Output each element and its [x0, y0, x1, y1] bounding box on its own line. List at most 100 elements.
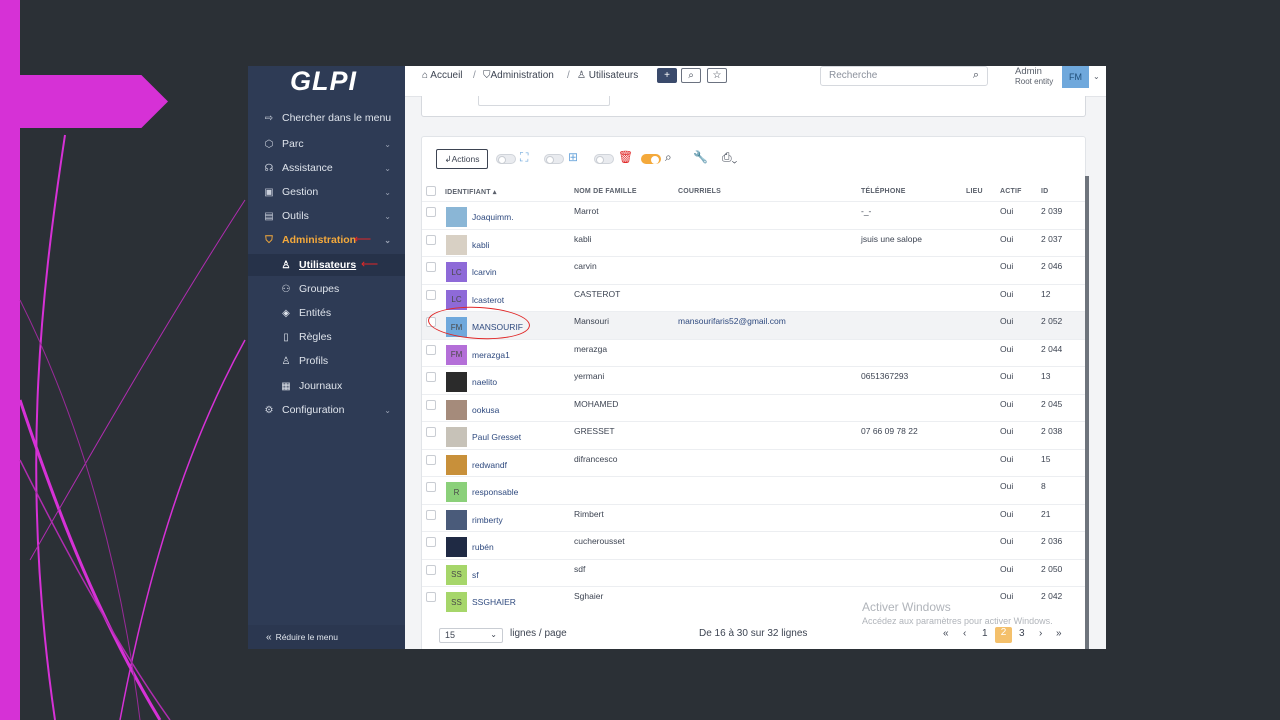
table-row[interactable]: LC lcasterot CASTEROT Oui 12	[422, 283, 1085, 312]
cell-telephone: -_-	[861, 206, 872, 216]
per-page-select[interactable]: 15 ⌄	[439, 628, 503, 643]
row-checkbox[interactable]	[426, 234, 436, 245]
user-login-link[interactable]: lcasterot	[472, 295, 504, 305]
search-icon[interactable]: ⌕	[665, 150, 672, 165]
sidebar-item-administration[interactable]: ⛉ Administration ⌄	[248, 229, 405, 251]
column-telephone[interactable]: TÉLÉPHONE	[861, 188, 906, 195]
table-row[interactable]: SS SSGHAIER Sghaier Oui 2 042	[422, 586, 1085, 614]
user-login-link[interactable]: lcarvin	[472, 267, 497, 277]
table-row[interactable]: SS sf sdf Oui 2 050	[422, 558, 1085, 587]
wrench-icon[interactable]: 🔧	[693, 150, 708, 164]
column-identifiant[interactable]: IDENTIFIANT ▴	[445, 188, 497, 196]
sidebar-sub-utilisateurs[interactable]: ♙ Utilisateurs	[248, 254, 405, 276]
user-login-link[interactable]: sf	[472, 570, 479, 580]
select-all-checkbox[interactable]	[426, 186, 436, 196]
user-login-link[interactable]: responsable	[472, 487, 518, 497]
page-1[interactable]: 1	[982, 628, 988, 639]
sidebar-item-configuration[interactable]: ⚙ Configuration ⌄	[248, 399, 405, 421]
sidebar-sub-groupes[interactable]: ⚇ Groupes	[248, 278, 405, 300]
search-toggle[interactable]	[641, 154, 661, 164]
user-login-link[interactable]: Joaquimm.	[472, 212, 514, 222]
table-row[interactable]: Joaquimm. Marrot -_- Oui 2 039	[422, 201, 1085, 229]
user-login-link[interactable]: SSGHAIER	[472, 597, 516, 607]
row-checkbox[interactable]	[426, 372, 436, 382]
row-checkbox[interactable]	[426, 427, 436, 437]
trash-toggle[interactable]	[594, 154, 614, 164]
column-nom[interactable]: NOM DE FAMILLE	[574, 188, 637, 195]
map-toggle[interactable]	[496, 154, 516, 164]
row-checkbox[interactable]	[426, 482, 436, 492]
tree-toggle[interactable]	[544, 154, 564, 164]
table-row[interactable]: ookusa MOHAMED Oui 2 045	[422, 393, 1085, 422]
row-checkbox[interactable]	[426, 344, 436, 355]
last-page-icon[interactable]: »	[1056, 628, 1062, 639]
user-login-link[interactable]: rimberty	[472, 515, 503, 525]
row-checkbox[interactable]	[426, 207, 436, 217]
user-avatar[interactable]: FM	[1062, 66, 1089, 88]
breadcrumb-administration[interactable]: ⛉Administration	[483, 70, 554, 81]
table-row[interactable]: redwandf difrancesco Oui 15	[422, 448, 1085, 477]
export-icon[interactable]: ⎙⌄	[722, 150, 737, 165]
column-lieu[interactable]: LIEU	[966, 188, 983, 195]
first-page-icon[interactable]: «	[943, 628, 949, 639]
windows-watermark-title: Activer Windows	[862, 600, 951, 614]
user-login-link[interactable]: kabli	[472, 240, 489, 250]
user-login-link[interactable]: merazga1	[472, 350, 510, 360]
table-row[interactable]: Paul Gresset GRESSET 07 66 09 78 22 Oui 2 03…	[422, 421, 1085, 449]
table-row[interactable]: LC lcarvin carvin Oui 2 046	[422, 256, 1085, 284]
row-checkbox[interactable]	[426, 454, 436, 465]
chevron-down-icon: ⌄	[384, 187, 391, 197]
chevron-down-icon[interactable]: ⌄	[1093, 72, 1100, 81]
bookmark-button[interactable]: ☆	[707, 68, 727, 83]
sidebar-sub-journaux[interactable]: ▦ Journaux	[248, 375, 405, 397]
row-checkbox[interactable]	[426, 537, 436, 547]
menu-search[interactable]: ⇨ Chercher dans le menu	[248, 107, 405, 129]
global-search-input[interactable]: Recherche ⌕	[820, 66, 988, 86]
sidebar-item-gestion[interactable]: ▣ Gestion ⌄	[248, 181, 405, 203]
cell-nom: Mansouri	[574, 316, 609, 326]
row-checkbox[interactable]	[426, 262, 436, 272]
shield-icon: ⛉	[483, 70, 491, 81]
scrollbar[interactable]	[1085, 176, 1089, 649]
column-courriels[interactable]: COURRIELS	[678, 188, 721, 195]
sidebar-sub-regles[interactable]: ▯ Règles	[248, 326, 405, 348]
table-row[interactable]: naelito yermani 0651367293 Oui 13	[422, 366, 1085, 394]
page-2-current[interactable]: 2	[995, 627, 1012, 643]
user-login-link[interactable]: redwandf	[472, 460, 507, 470]
row-checkbox[interactable]	[426, 399, 436, 410]
prev-page-icon[interactable]: ‹	[963, 628, 966, 639]
user-name[interactable]: Admin	[1015, 66, 1042, 77]
cell-courriel[interactable]: mansourifaris52@gmail.com	[678, 316, 786, 326]
search-button[interactable]: ⌕	[681, 68, 701, 83]
row-checkbox[interactable]	[426, 564, 436, 575]
table-row[interactable]: Rresponsable Oui 8	[422, 476, 1085, 504]
column-actif[interactable]: ACTIF	[1000, 188, 1022, 195]
row-checkbox[interactable]	[426, 289, 436, 300]
sidebar-sub-entites[interactable]: ◈ Entités	[248, 302, 405, 324]
table-row[interactable]: rubén cucherousset Oui 2 036	[422, 531, 1085, 559]
table-row[interactable]: rimberty Rimbert Oui 21	[422, 503, 1085, 532]
sidebar-item-parc[interactable]: ⬡ Parc ⌄	[248, 133, 405, 155]
actions-button[interactable]: ↲ Actions	[436, 149, 488, 169]
row-checkbox[interactable]	[426, 592, 436, 602]
user-login-link[interactable]: ookusa	[472, 405, 499, 415]
user-login-link[interactable]: rubén	[472, 542, 494, 552]
breadcrumb-home[interactable]: ⌂ Accueil	[422, 70, 463, 81]
add-button[interactable]: +	[657, 68, 677, 83]
table-row[interactable]: kabli kabli jsuis une salope Oui 2 037	[422, 228, 1085, 257]
sidebar-item-outils[interactable]: ▤ Outils ⌄	[248, 205, 405, 227]
sidebar-item-assistance[interactable]: ☊ Assistance ⌄	[248, 157, 405, 179]
column-id[interactable]: ID	[1041, 188, 1048, 195]
table-row[interactable]: FM merazga1 merazga Oui 2 044	[422, 338, 1085, 367]
glpi-logo[interactable]: GLPI	[290, 66, 365, 98]
page-3[interactable]: 3	[1019, 628, 1025, 639]
user-login-link[interactable]: naelito	[472, 377, 497, 387]
row-checkbox[interactable]	[426, 509, 436, 520]
user-login-link[interactable]: Paul Gresset	[472, 432, 521, 442]
sidebar-sub-profils[interactable]: ♙ Profils	[248, 350, 405, 372]
cell-actif: Oui	[1000, 288, 1014, 299]
collapse-menu-button[interactable]: « Réduire le menu	[248, 625, 405, 649]
user-entity[interactable]: Root entity	[1015, 77, 1053, 86]
breadcrumb-utilisateurs[interactable]: ♙ Utilisateurs	[577, 70, 638, 81]
next-page-icon[interactable]: ›	[1039, 628, 1042, 639]
